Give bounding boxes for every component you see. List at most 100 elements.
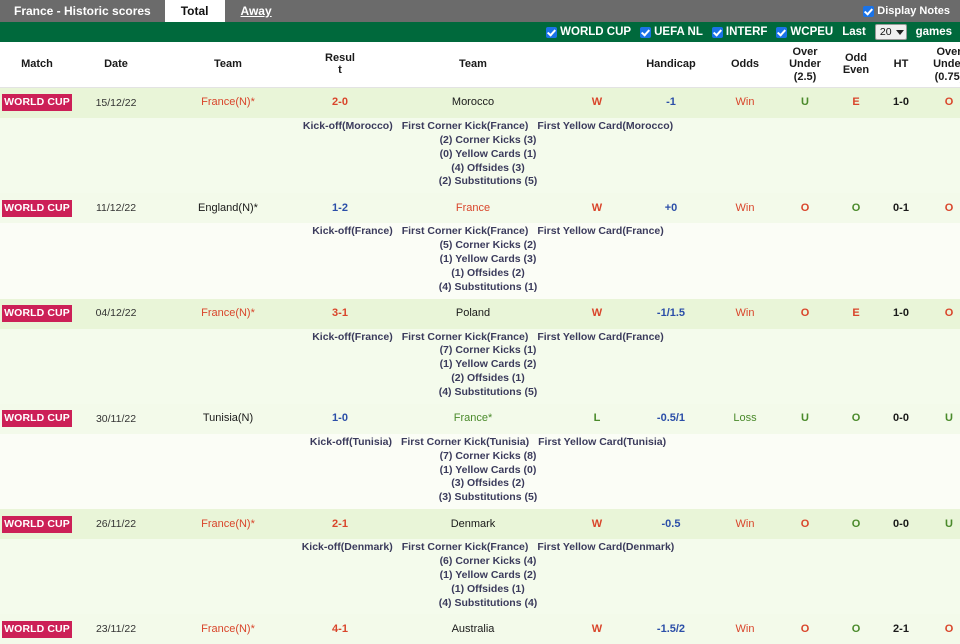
notes-cell: Kick-off(Denmark) First Corner Kick(Franc… xyxy=(0,539,960,615)
note-substitutions: (3) Substitutions (5) xyxy=(438,491,538,504)
cell-handicap: -1.5/2 xyxy=(630,614,712,644)
notes-wrapper: Kick-off(Morocco) First Corner Kick(Franc… xyxy=(0,120,960,189)
notes-first-events: Kick-off(Morocco) First Corner Kick(Franc… xyxy=(303,120,673,134)
cell-odds: Win xyxy=(712,193,778,224)
cell-over-under-075: O xyxy=(922,193,960,224)
notes-first-events: Kick-off(France) First Corner Kick(France… xyxy=(312,331,664,345)
table-row[interactable]: WORLD CUP 04/12/22 France(N)* 3-1 Poland W -1/… xyxy=(0,298,960,329)
header-match[interactable]: Match xyxy=(0,42,74,88)
cell-wl: W xyxy=(564,509,630,540)
cell-team2: Morocco xyxy=(382,87,564,118)
competition-badge[interactable]: WORLD CUP xyxy=(2,620,72,638)
header-result[interactable]: Resul t xyxy=(298,42,382,88)
note-offsides: (1) Offsides (1) xyxy=(451,582,525,595)
table-row[interactable]: WORLD CUP 30/11/22 Tunisia(N) 1-0 France* L -0… xyxy=(0,403,960,434)
note-corner-kicks: (7) Corner Kicks (8) xyxy=(439,449,537,462)
note-offsides: (4) Offsides (3) xyxy=(451,161,525,174)
header-result-line2: t xyxy=(338,64,342,77)
note-first-yellow: First Yellow Card(Tunisia) xyxy=(538,435,667,448)
cell-wl: W xyxy=(564,87,630,118)
header-team-home[interactable]: Team xyxy=(158,42,298,88)
cell-result: 2-0 xyxy=(298,87,382,118)
table-row[interactable]: WORLD CUP 11/12/22 England(N)* 1-2 France W +0… xyxy=(0,193,960,224)
cell-result: 4-1 xyxy=(298,614,382,644)
note-first-corner: First Corner Kick(France) xyxy=(401,541,529,554)
competition-badge[interactable]: WORLD CUP xyxy=(2,410,72,428)
note-yellow-cards: (1) Yellow Cards (2) xyxy=(439,358,537,371)
cell-competition: WORLD CUP xyxy=(0,403,74,434)
filter-interf[interactable]: INTERF xyxy=(711,26,768,38)
header-ht[interactable]: HT xyxy=(880,42,922,88)
note-yellow-cards: (1) Yellow Cards (3) xyxy=(439,252,537,265)
notes-row: Kick-off(Denmark) First Corner Kick(Franc… xyxy=(0,539,960,615)
page-title: France - Historic scores xyxy=(14,4,151,18)
cell-result: 3-1 xyxy=(298,298,382,329)
filter-interf-label: INTERF xyxy=(725,26,768,38)
competition-badge[interactable]: WORLD CUP xyxy=(2,515,72,533)
cell-team1: England(N)* xyxy=(158,193,298,224)
notes-wrapper: Kick-off(Tunisia) First Corner Kick(Tunis… xyxy=(0,436,960,505)
cell-team1: France(N)* xyxy=(158,298,298,329)
note-kickoff: Kick-off(France) xyxy=(312,330,393,343)
notes-cell: Kick-off(Tunisia) First Corner Kick(Tunis… xyxy=(0,433,960,510)
cell-wl: W xyxy=(564,298,630,329)
header-over-under-075[interactable]: OverUnder(0.75) xyxy=(922,42,960,88)
notes-row: Kick-off(Morocco) First Corner Kick(Franc… xyxy=(0,117,960,194)
interf-checkbox-icon[interactable] xyxy=(711,26,723,38)
cell-over-under-075: O xyxy=(922,614,960,644)
cell-over-under-25: O xyxy=(778,614,832,644)
games-label: games xyxy=(915,26,952,38)
note-substitutions: (4) Substitutions (4) xyxy=(438,596,538,609)
filter-wcpeu[interactable]: WCPEU xyxy=(776,26,833,38)
filter-world-cup[interactable]: WORLD CUP xyxy=(546,26,631,38)
cell-odd-even: O xyxy=(832,193,880,224)
note-first-corner: First Corner Kick(France) xyxy=(401,225,529,238)
last-games-select[interactable]: 20 xyxy=(874,24,907,40)
header-handicap[interactable]: Handicap xyxy=(630,42,712,88)
tab-away[interactable]: Away xyxy=(225,0,288,22)
cell-team1: France(N)* xyxy=(158,87,298,118)
cell-result: 1-0 xyxy=(298,403,382,434)
notes-row: Kick-off(France) First Corner Kick(France… xyxy=(0,328,960,404)
header-over-under-25[interactable]: Over Under (2.5) xyxy=(778,42,832,88)
note-kickoff: Kick-off(France) xyxy=(312,225,393,238)
cell-date: 26/11/22 xyxy=(74,509,158,540)
table-row[interactable]: WORLD CUP 26/11/22 France(N)* 2-1 Denmark W -0… xyxy=(0,509,960,540)
cell-competition: WORLD CUP xyxy=(0,193,74,224)
competition-badge[interactable]: WORLD CUP xyxy=(2,199,72,217)
uefa-nl-checkbox-icon[interactable] xyxy=(640,26,652,38)
header-team-away[interactable]: Team xyxy=(382,42,564,88)
competition-badge[interactable]: WORLD CUP xyxy=(2,94,72,112)
display-notes-toggle[interactable]: Display Notes xyxy=(859,0,960,22)
table-row[interactable]: WORLD CUP 15/12/22 France(N)* 2-0 Morocco W -1… xyxy=(0,87,960,118)
display-notes-label: Display Notes xyxy=(877,5,950,17)
display-notes-checkbox-icon[interactable] xyxy=(863,5,875,17)
world-cup-checkbox-icon[interactable] xyxy=(546,26,558,38)
header-date[interactable]: Date xyxy=(74,42,158,88)
competition-badge[interactable]: WORLD CUP xyxy=(2,305,72,323)
cell-odds: Win xyxy=(712,614,778,644)
note-offsides: (2) Offsides (1) xyxy=(451,372,525,385)
note-substitutions: (2) Substitutions (5) xyxy=(438,175,538,188)
filter-uefa-nl[interactable]: UEFA NL xyxy=(640,26,703,38)
header-odds[interactable]: Odds xyxy=(712,42,778,88)
cell-team2: Australia xyxy=(382,614,564,644)
cell-handicap: -0.5/1 xyxy=(630,403,712,434)
cell-ht: 0-1 xyxy=(880,193,922,224)
tab-total[interactable]: Total xyxy=(164,0,225,22)
note-substitutions: (4) Substitutions (5) xyxy=(438,385,538,398)
cell-competition: WORLD CUP xyxy=(0,298,74,329)
note-yellow-cards: (1) Yellow Cards (2) xyxy=(439,568,537,581)
table-row[interactable]: WORLD CUP 23/11/22 France(N)* 4-1 Australia W… xyxy=(0,614,960,644)
note-corner-kicks: (2) Corner Kicks (3) xyxy=(439,133,537,146)
wcpeu-checkbox-icon[interactable] xyxy=(776,26,788,38)
cell-result: 2-1 xyxy=(298,509,382,540)
cell-over-under-075: U xyxy=(922,403,960,434)
cell-wl: W xyxy=(564,614,630,644)
cell-team1: France(N)* xyxy=(158,509,298,540)
cell-over-under-25: O xyxy=(778,193,832,224)
header-odd-even[interactable]: Odd Even xyxy=(832,42,880,88)
notes-wrapper: Kick-off(France) First Corner Kick(France… xyxy=(0,225,960,294)
table-header-row: Match Date Team Resul t Team Handicap Odd… xyxy=(0,42,960,88)
cell-handicap: -1 xyxy=(630,87,712,118)
